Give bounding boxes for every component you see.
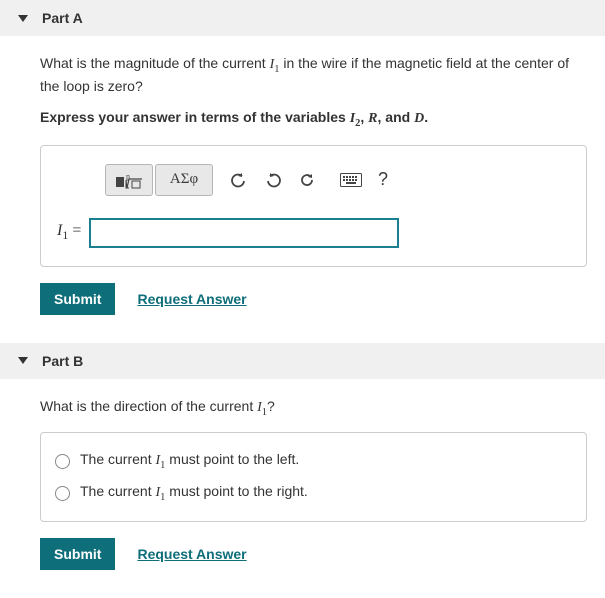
option-2-label: The current I1 must point to the right. [80, 483, 308, 503]
part-b-header[interactable]: Part B [0, 343, 605, 379]
part-a-body: What is the magnitude of the current I1 … [0, 54, 605, 315]
part-a-buttons: Submit Request Answer [40, 283, 587, 315]
keyboard-button[interactable] [333, 164, 369, 196]
text: , [360, 109, 368, 125]
help-label: ? [378, 169, 388, 190]
part-a-title: Part A [42, 10, 83, 26]
redo-icon [264, 171, 282, 189]
equation-toolbar: n ΑΣφ [105, 164, 570, 196]
radio-icon[interactable] [55, 454, 70, 469]
answer-input[interactable] [89, 218, 399, 248]
request-answer-link[interactable]: Request Answer [137, 291, 246, 307]
text: Express your answer in terms of the vari… [40, 109, 350, 125]
option-2[interactable]: The current I1 must point to the right. [55, 477, 572, 509]
text: The current [80, 451, 155, 467]
part-b-question: What is the direction of the current I1? [40, 397, 587, 420]
option-1[interactable]: The current I1 must point to the left. [55, 445, 572, 477]
template-icon: n [115, 171, 143, 189]
help-button[interactable]: ? [371, 164, 395, 196]
radio-icon[interactable] [55, 486, 70, 501]
keyboard-icon [340, 173, 362, 187]
undo-button[interactable] [223, 164, 255, 196]
caret-down-icon [18, 357, 28, 364]
answer-box: n ΑΣφ [40, 145, 587, 267]
reset-button[interactable] [291, 164, 323, 196]
part-a-header[interactable]: Part A [0, 0, 605, 36]
part-a-instruction: Express your answer in terms of the vari… [40, 109, 587, 129]
undo-icon [230, 171, 248, 189]
answer-label: I1 = [57, 222, 81, 243]
templates-button[interactable]: n [105, 164, 153, 196]
part-b-title: Part B [42, 353, 83, 369]
text: The current [80, 483, 155, 499]
option-1-label: The current I1 must point to the left. [80, 451, 299, 471]
text: What is the direction of the current [40, 398, 257, 414]
part-a-question: What is the magnitude of the current I1 … [40, 54, 587, 97]
text: What is the magnitude of the current [40, 55, 270, 71]
variable-r: R [368, 111, 377, 126]
text: ? [267, 398, 275, 414]
greek-label: ΑΣφ [170, 171, 198, 188]
submit-button[interactable]: Submit [40, 283, 115, 315]
caret-down-icon [18, 15, 28, 22]
answer-row: I1 = [57, 218, 570, 248]
text: , and [378, 109, 415, 125]
redo-button[interactable] [257, 164, 289, 196]
equals: = [68, 222, 81, 239]
greek-button[interactable]: ΑΣφ [155, 164, 213, 196]
options-box: The current I1 must point to the left. T… [40, 432, 587, 522]
variable-d: D [414, 111, 424, 126]
text: must point to the right. [165, 483, 307, 499]
reset-icon [298, 171, 316, 189]
text: . [424, 109, 428, 125]
text: must point to the left. [165, 451, 299, 467]
part-b-body: What is the direction of the current I1?… [0, 397, 605, 570]
